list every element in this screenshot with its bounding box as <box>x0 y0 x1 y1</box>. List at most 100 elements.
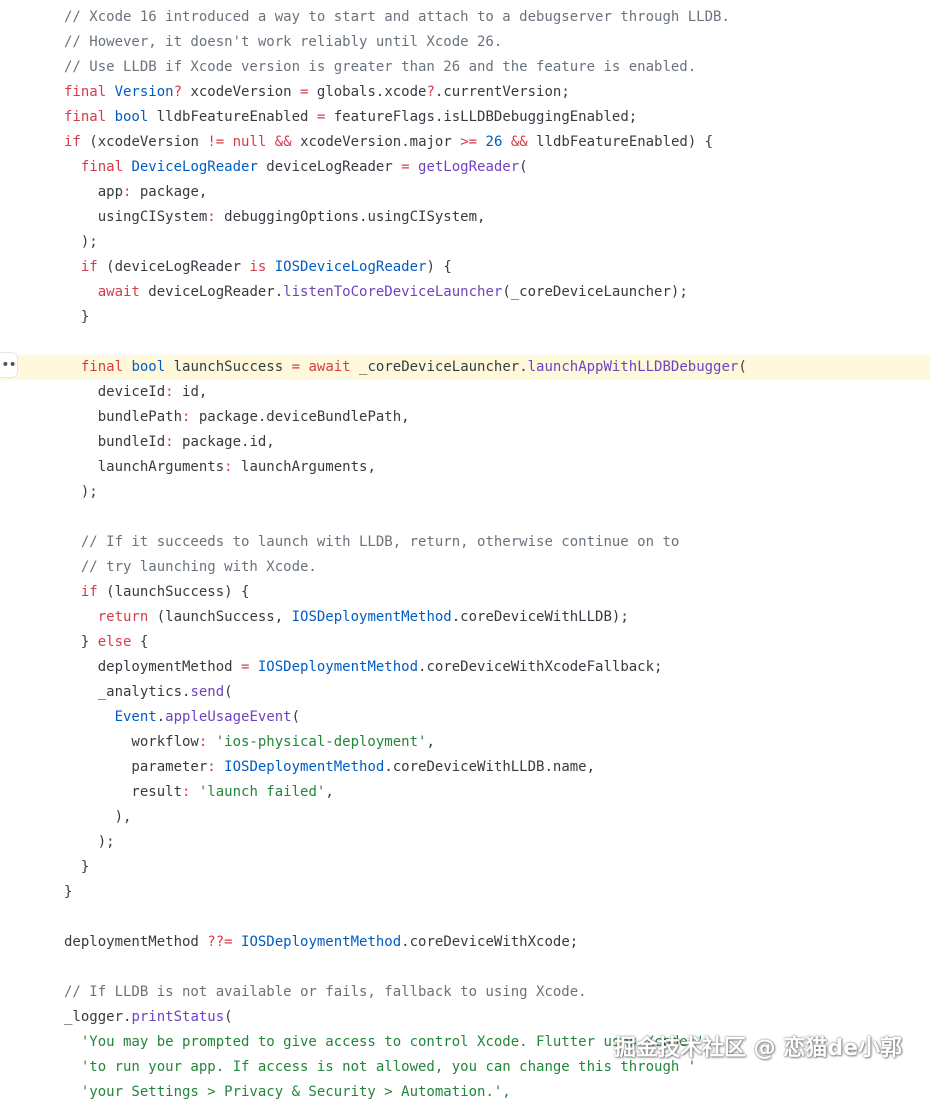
code-token: app <box>64 184 124 200</box>
code-token: lldbFeatureEnabled) { <box>536 134 714 150</box>
code-token: printStatus <box>131 1009 225 1025</box>
code-token: , <box>426 734 435 750</box>
code-line: final Version? xcodeVersion = globals.xc… <box>0 80 930 105</box>
code-line-text: bundleId: package.id, <box>64 430 275 455</box>
code-token: (launchSuccess, <box>156 609 292 625</box>
code-token: bundleId <box>64 434 166 450</box>
code-token: deviceLogReader. <box>148 284 284 300</box>
code-token: .coreDeviceWithXcodeFallback; <box>418 659 663 675</box>
code-token: , <box>325 784 334 800</box>
code-token: } <box>64 309 90 325</box>
code-token: xcodeVersion.major <box>300 134 461 150</box>
code-token: != <box>207 134 233 150</box>
code-line-text: launchArguments: launchArguments, <box>64 455 376 480</box>
code-token: bool <box>114 109 157 125</box>
code-token: IOSDeploymentMethod <box>224 759 385 775</box>
code-token: null <box>232 134 275 150</box>
code-line-text: 'to run your app. If access is not allow… <box>64 1055 696 1080</box>
code-line-text: _analytics.send( <box>64 680 233 705</box>
code-token: 'You may be prompted to give access to c… <box>80 1034 705 1050</box>
code-line-text: Event.appleUsageEvent( <box>64 705 300 730</box>
code-token: await <box>308 359 360 375</box>
code-token: } <box>64 859 90 875</box>
code-token: launchSuccess <box>173 359 292 375</box>
code-line: // Xcode 16 introduced a way to start an… <box>0 5 930 30</box>
code-line-text: } <box>64 880 72 905</box>
code-line-text: final bool launchSuccess = await _coreDe… <box>64 355 747 380</box>
code-line-text: deviceId: id, <box>64 380 208 405</box>
code-line-text: // Xcode 16 introduced a way to start an… <box>64 5 730 30</box>
code-token: id, <box>182 384 208 400</box>
code-line-text: deploymentMethod = IOSDeploymentMethod.c… <box>64 655 663 680</box>
code-line-text: if (launchSuccess) { <box>64 580 250 605</box>
code-token: // However, it doesn't work reliably unt… <box>64 34 503 50</box>
code-token: deploymentMethod <box>64 934 208 950</box>
code-token: IOSDeviceLogReader <box>274 259 427 275</box>
code-token: : <box>182 784 199 800</box>
code-token: .coreDeviceWithXcode; <box>401 934 579 950</box>
code-line: // However, it doesn't work reliably unt… <box>0 30 930 55</box>
code-line: usingCISystem: debuggingOptions.usingCIS… <box>0 205 930 230</box>
code-line-text: result: 'launch failed', <box>64 780 334 805</box>
code-line-text: bundlePath: package.deviceBundlePath, <box>64 405 410 430</box>
code-token: : <box>182 409 199 425</box>
code-line-more-button[interactable]: •• <box>0 352 18 378</box>
code-token: ); <box>64 834 115 850</box>
code-line-text: return (launchSuccess, IOSDeploymentMeth… <box>64 605 629 630</box>
code-line-text: _logger.printStatus( <box>64 1005 233 1030</box>
code-line: _logger.printStatus( <box>0 1005 930 1030</box>
code-line: // Use LLDB if Xcode version is greater … <box>0 55 930 80</box>
code-token: _coreDeviceLauncher. <box>359 359 528 375</box>
code-token: package.deviceBundlePath, <box>198 409 410 425</box>
code-token: else <box>97 634 140 650</box>
code-token: IOSDeploymentMethod <box>257 659 419 675</box>
code-line: final DeviceLogReader deviceLogReader = … <box>0 155 930 180</box>
code-line: ); <box>0 230 930 255</box>
code-token: 'your Settings > Privacy & Security > Au… <box>80 1084 511 1100</box>
code-token: && <box>510 134 537 150</box>
code-token: } <box>64 884 73 900</box>
code-token: // try launching with Xcode. <box>80 559 317 575</box>
code-token: IOSDeploymentMethod <box>241 934 402 950</box>
code-token: (xcodeVersion <box>89 134 208 150</box>
code-token: .coreDeviceWithLLDB.name, <box>384 759 596 775</box>
code-line: _analytics.send( <box>0 680 930 705</box>
code-token: featureFlags.isLLDBDebuggingEnabled; <box>333 109 638 125</box>
code-line: // try launching with Xcode. <box>0 555 930 580</box>
code-token: final <box>64 109 115 125</box>
code-line: 'your Settings > Privacy & Security > Au… <box>0 1080 930 1105</box>
code-line: } else { <box>0 630 930 655</box>
code-token: IOSDeploymentMethod <box>291 609 452 625</box>
code-token: ( <box>291 709 301 725</box>
code-token: : <box>207 209 225 225</box>
code-token: ); <box>64 234 98 250</box>
code-token: launchArguments, <box>241 459 376 475</box>
code-line-text: ); <box>64 480 98 505</box>
code-line: await deviceLogReader.listenToCoreDevice… <box>0 280 930 305</box>
code-token: .coreDeviceWithLLDB); <box>451 609 629 625</box>
code-line: ); <box>0 830 930 855</box>
code-token: { <box>139 634 149 650</box>
code-token: : <box>198 734 216 750</box>
code-line-text: final bool lldbFeatureEnabled = featureF… <box>64 105 637 130</box>
code-line: Event.appleUsageEvent( <box>0 705 930 730</box>
code-token: result <box>64 784 183 800</box>
code-token: && <box>274 134 301 150</box>
code-token: : <box>207 759 225 775</box>
code-line: if (launchSuccess) { <box>0 580 930 605</box>
code-token: package, <box>139 184 208 200</box>
code-token: launchArguments <box>64 459 225 475</box>
code-line-text: ); <box>64 830 115 855</box>
code-token: ( <box>519 159 528 175</box>
code-token: debuggingOptions.usingCISystem, <box>224 209 486 225</box>
code-token: 26 <box>485 134 511 150</box>
code-line-text: ); <box>64 230 98 255</box>
